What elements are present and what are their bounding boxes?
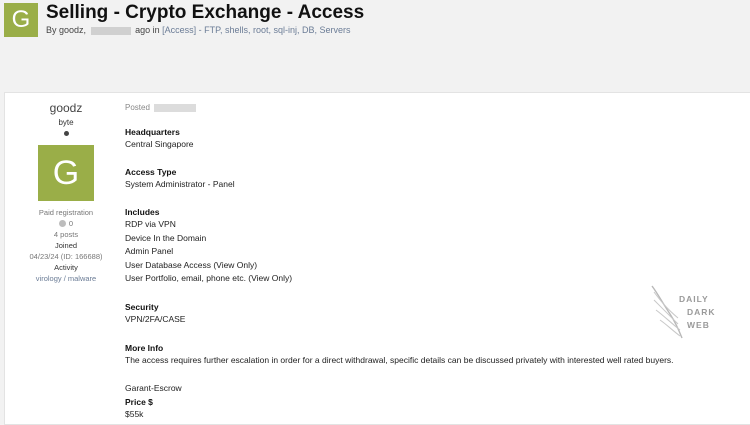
section-includes: Includes RDP via VPN Device In the Domai… bbox=[125, 206, 292, 286]
author-username[interactable]: goodz bbox=[11, 101, 121, 115]
section-line: Device In the Domain bbox=[125, 232, 207, 243]
section-title: Security bbox=[125, 302, 159, 312]
section-title: Access Type bbox=[125, 167, 177, 177]
thread-meta-ago: ago in bbox=[135, 25, 160, 35]
post-container: goodz byte G Paid registration 0 4 posts… bbox=[4, 92, 750, 425]
author-reputation-value: 0 bbox=[68, 219, 74, 228]
section-line: The access requires further escalation i… bbox=[125, 355, 674, 365]
reputation-icon bbox=[58, 220, 66, 227]
watermark: DAILY DARK WEB bbox=[648, 284, 748, 342]
author-reputation: 0 bbox=[11, 218, 121, 229]
watermark-line: WEB bbox=[687, 320, 710, 330]
post-date: Posted bbox=[125, 103, 196, 112]
author-joined-value: 04/23/24 (ID: 166688) bbox=[29, 252, 103, 261]
garant-escrow: Garant-Escrow bbox=[125, 383, 182, 393]
section-line: VPN/2FA/CASE bbox=[125, 314, 186, 324]
online-status-dot bbox=[63, 131, 69, 136]
section-security: Security VPN/2FA/CASE bbox=[125, 301, 185, 327]
posted-label: Posted bbox=[125, 103, 150, 112]
section-line: Central Singapore bbox=[125, 139, 194, 149]
thread-header: G Selling - Crypto Exchange - Access By … bbox=[0, 0, 750, 86]
watermark-line: DAILY bbox=[679, 294, 709, 304]
author-sidebar: goodz byte G Paid registration 0 4 posts… bbox=[11, 93, 121, 284]
section-access-type: Access Type System Administrator - Panel bbox=[125, 166, 235, 192]
redacted-date bbox=[90, 26, 131, 35]
author-avatar-small[interactable]: G bbox=[4, 3, 38, 37]
wing-icon bbox=[651, 285, 683, 339]
thread-category-link[interactable]: [Access] - FTP, shells, root, sql-inj, D… bbox=[162, 25, 350, 35]
price-value: $55k bbox=[125, 408, 144, 419]
section-line: RDP via VPN bbox=[125, 219, 176, 229]
author-registration: Paid registration bbox=[38, 208, 94, 217]
thread-meta-by: By goodz, bbox=[46, 25, 87, 35]
section-title: More Info bbox=[125, 343, 164, 353]
section-more-info: More Info The access requires further es… bbox=[125, 342, 674, 368]
section-line: System Administrator - Panel bbox=[125, 179, 235, 189]
author-rank: byte bbox=[58, 118, 74, 127]
author-avatar[interactable]: G bbox=[38, 145, 94, 201]
author-posts[interactable]: 4 posts bbox=[11, 229, 121, 240]
section-headquarters: Headquarters Central Singapore bbox=[125, 126, 194, 152]
author-activity-label: Activity bbox=[54, 263, 78, 272]
section-price: Garant-Escrow Price $ $55k bbox=[125, 382, 182, 421]
redacted-post-date bbox=[153, 103, 196, 112]
section-title: Headquarters bbox=[125, 127, 180, 137]
author-activity-value: virology / malware bbox=[35, 274, 97, 283]
section-title: Includes bbox=[125, 207, 160, 217]
thread-meta: By goodz, ago in [Access] - FTP, shells,… bbox=[46, 25, 351, 35]
watermark-line: DARK bbox=[687, 307, 716, 317]
section-line: User Database Access (View Only) bbox=[125, 259, 258, 270]
author-joined-label: Joined bbox=[54, 241, 78, 250]
section-line: User Portfolio, email, phone etc. (View … bbox=[125, 273, 293, 283]
price-title: Price $ bbox=[125, 396, 153, 407]
thread-title: Selling - Crypto Exchange - Access bbox=[46, 2, 365, 23]
section-line: Admin Panel bbox=[125, 246, 174, 256]
